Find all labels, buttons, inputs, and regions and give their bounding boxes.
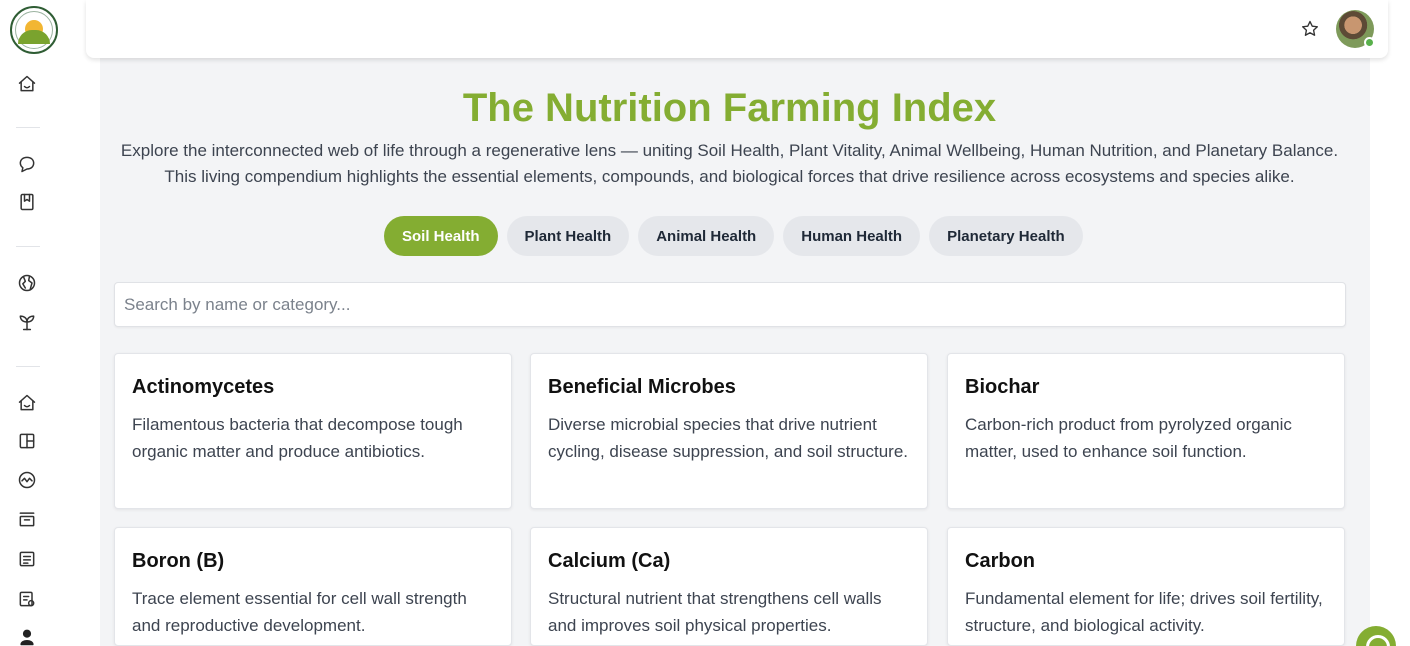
card-description: Fundamental element for life; drives soi… [965,589,1323,635]
card-title: Boron (B) [132,550,225,572]
globe-icon[interactable] [16,272,38,294]
tab-animal-health[interactable]: Animal Health [638,216,775,256]
brand-logo[interactable] [10,6,58,54]
tab-plant-health[interactable]: Plant Health [506,216,630,256]
card-description: Structural nutrient that strengthens cel… [548,589,882,635]
sprout-icon[interactable] [16,311,38,333]
index-card[interactable]: Beneficial Microbes Diverse microbial sp… [530,353,928,509]
top-bar [86,0,1388,58]
search-input[interactable] [114,282,1346,327]
card-description: Filamentous bacteria that decompose toug… [132,415,463,461]
sidebar-divider [16,246,40,247]
bookmark-icon[interactable] [16,191,38,213]
sidebar-divider [16,366,40,367]
home-icon[interactable] [16,392,38,414]
tab-planetary-health[interactable]: Planetary Health [929,216,1083,256]
card-description: Carbon-rich product from pyrolyzed organ… [965,415,1292,461]
card-title: Biochar [965,376,1040,398]
index-card[interactable]: Calcium (Ca) Structural nutrient that st… [530,527,928,646]
index-card[interactable]: Carbon Fundamental element for life; dri… [947,527,1345,646]
index-card[interactable]: Biochar Carbon-rich product from pyrolyz… [947,353,1345,509]
card-title: Carbon [965,550,1035,572]
card-title: Calcium (Ca) [548,550,671,572]
activity-icon[interactable] [16,469,38,491]
page-intro: Explore the interconnected web of life t… [120,141,1339,186]
chat-icon[interactable] [16,153,38,175]
layout-icon[interactable] [16,430,38,452]
card-description: Trace element essential for cell wall st… [132,589,467,635]
tab-human-health[interactable]: Human Health [783,216,921,256]
card-description: Diverse microbial species that drive nut… [548,415,909,461]
index-card[interactable]: Boron (B) Trace element essential for ce… [114,527,512,646]
user-icon[interactable] [16,626,38,646]
online-status-indicator [1364,37,1375,48]
card-title: Beneficial Microbes [548,376,736,398]
archive-icon[interactable] [16,508,38,530]
star-icon[interactable] [1300,19,1320,39]
index-card[interactable]: Actinomycetes Filamentous bacteria that … [114,353,512,509]
category-tabs: Soil Health Plant Health Animal Health H… [384,216,1083,256]
receipt-icon[interactable] [16,588,38,610]
list-icon[interactable] [16,548,38,570]
card-title: Actinomycetes [132,376,275,398]
tab-soil-health[interactable]: Soil Health [384,216,498,256]
page-title: The Nutrition Farming Index [462,86,997,130]
